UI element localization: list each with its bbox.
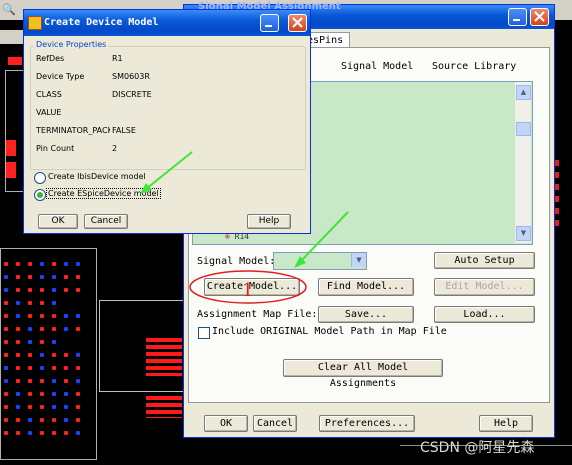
green-arrow-create-model [294,211,349,268]
green-arrow-radio [140,151,193,194]
annotation-number: 1 [242,280,254,301]
annotation-overlay [140,151,349,304]
watermark: CSDN @阿星先森 [420,440,535,456]
